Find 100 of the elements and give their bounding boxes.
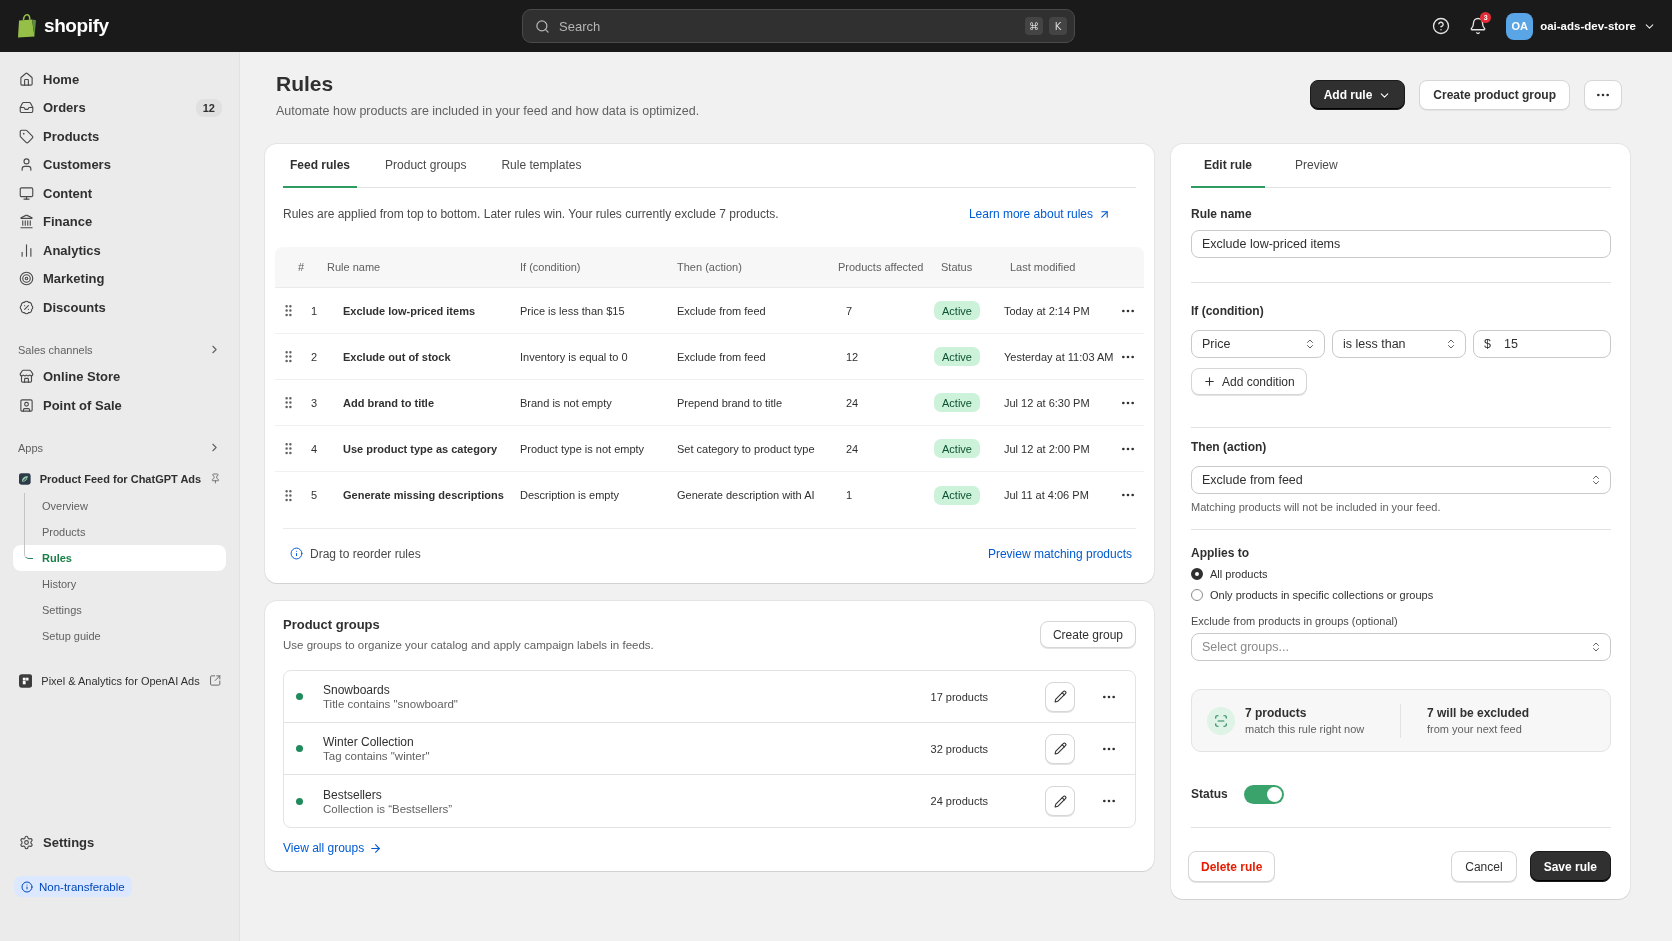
radio-option[interactable]: Only products in specific collections or groups <box>1191 588 1611 602</box>
account-menu[interactable]: OA oai-ads-dev-store <box>1506 12 1656 40</box>
search-field[interactable]: Search ⌘ K <box>522 9 1075 43</box>
subnav-item[interactable]: Products <box>13 518 226 545</box>
nav-item[interactable]: Marketing <box>13 264 226 293</box>
create-group-button[interactable]: Create product group <box>1419 80 1570 110</box>
condition-text: Description is empty <box>520 489 621 501</box>
view-all-link[interactable]: View all groups <box>283 841 383 855</box>
subnav-item[interactable]: Setup guide <box>13 622 226 649</box>
nav-item[interactable]: Finance <box>13 207 226 236</box>
group-name: Winter Collection <box>323 735 414 749</box>
nav-item[interactable]: Discounts <box>13 293 226 322</box>
group-rule: Tag contains "winter" <box>323 750 430 762</box>
status-badge: Active <box>934 347 980 366</box>
column-header: Rule name <box>327 261 382 273</box>
radio-icon[interactable] <box>1191 568 1203 580</box>
select-arrows-icon <box>1445 338 1457 350</box>
preview-link[interactable]: Preview matching products <box>987 546 1132 561</box>
status-badge: Active <box>934 301 980 320</box>
bell-icon[interactable] <box>1469 17 1488 35</box>
tab[interactable]: Feed rules <box>283 144 358 188</box>
pencil-icon <box>1053 794 1067 808</box>
section-heading: Sales channels <box>18 343 93 356</box>
modified-time: Jul 12 at 2:00 PM <box>1004 442 1091 455</box>
group-rule: Title contains "snowboard" <box>323 698 458 710</box>
status-toggle[interactable] <box>1243 784 1284 804</box>
status-badge: Active <box>934 485 980 505</box>
nav-item[interactable]: Content <box>13 179 226 208</box>
help-icon[interactable] <box>1432 17 1451 35</box>
column-header: Then (action) <box>677 261 743 273</box>
operator-select[interactable]: is less than <box>1332 330 1466 358</box>
affected-count: 7 <box>845 304 854 317</box>
nav-item[interactable]: Orders 12 <box>13 93 226 122</box>
save-button[interactable]: Save rule <box>1529 851 1611 882</box>
rule-name-input[interactable]: Exclude low-priced items <box>1191 230 1611 258</box>
column-header: Last modified <box>1009 261 1077 273</box>
storefront-icon <box>19 369 34 385</box>
add-condition-button[interactable]: Add condition <box>1191 368 1307 395</box>
learn-more-link[interactable]: Learn more about rules <box>968 207 1111 221</box>
tab[interactable]: Preview <box>1282 144 1351 188</box>
field-label: Status <box>1191 787 1228 801</box>
nav-item[interactable]: Analytics <box>13 236 226 265</box>
app-item[interactable]: Product Feed for ChatGPT Ads <box>13 464 226 493</box>
help-text: Matching products will not be included in your feed. <box>1191 500 1442 514</box>
action-text: Set category to product type <box>677 442 816 455</box>
shopping-bag-icon <box>17 14 37 38</box>
field-label: Then (action) <box>1191 440 1268 454</box>
condition-text: Product type is not empty <box>520 442 646 455</box>
group-name: Bestsellers <box>323 787 382 802</box>
app-item[interactable]: Pixel & Analytics for OpenAI Ads <box>13 666 226 695</box>
cancel-button[interactable]: Cancel <box>1451 851 1517 882</box>
tab[interactable]: Edit rule <box>1191 144 1265 188</box>
status-dot-icon <box>296 797 303 805</box>
nav-item[interactable]: Products <box>13 122 226 151</box>
nav-item[interactable]: Home <box>13 65 226 94</box>
condition-text: Inventory is equal to 0 <box>520 350 629 363</box>
field-label: If (condition) <box>1191 304 1265 318</box>
select-arrows-icon <box>1590 474 1602 486</box>
count-badge: 12 <box>195 98 222 117</box>
field-select[interactable]: Price <box>1191 330 1325 358</box>
action-text: Generate description with AI <box>677 489 816 501</box>
nav-item[interactable]: Point of Sale <box>13 391 226 420</box>
affected-count: 24 <box>845 396 860 409</box>
affected-count: 24 <box>845 442 860 455</box>
scan-icon <box>1207 706 1235 735</box>
delete-button[interactable]: Delete rule <box>1188 851 1276 882</box>
tab[interactable]: Product groups <box>378 144 474 188</box>
action-select[interactable]: Exclude from feed <box>1191 466 1611 494</box>
summary-value: 7 products <box>1245 706 1307 720</box>
subnav-item[interactable]: History <box>13 570 226 597</box>
leaf-tile-icon <box>19 471 31 486</box>
nav-item[interactable]: Settings <box>13 828 226 857</box>
radio-icon[interactable] <box>1191 589 1203 601</box>
row-number: 2 <box>309 350 319 363</box>
edit-button[interactable] <box>1045 681 1075 712</box>
add-rule-button[interactable]: Add rule <box>1309 80 1406 110</box>
nav-item[interactable]: Customers <box>13 150 226 179</box>
subnav-item[interactable]: Settings <box>13 596 226 623</box>
subnav-item[interactable]: Overview <box>13 492 226 519</box>
nav-item[interactable]: Online Store <box>13 362 226 391</box>
edit-button[interactable] <box>1045 786 1075 816</box>
grid-tile-icon <box>19 673 33 688</box>
row-number: 4 <box>309 442 319 455</box>
external-link-icon[interactable] <box>208 674 221 687</box>
edit-button[interactable] <box>1045 733 1075 764</box>
condition-text: Price is less than $15 <box>520 304 626 317</box>
pin-icon[interactable] <box>210 472 221 485</box>
tab[interactable]: Rule templates <box>494 144 589 188</box>
subnav-item[interactable]: Rules <box>13 544 226 571</box>
hint-text: Drag to reorder rules <box>310 546 421 561</box>
rule-name: Exclude low-priced items <box>342 304 477 317</box>
row-number: 3 <box>309 396 319 409</box>
pencil-icon <box>1053 742 1067 755</box>
radio-option[interactable]: All products <box>1191 567 1611 581</box>
groups-select[interactable]: Select groups... <box>1191 633 1611 661</box>
home-icon <box>19 71 34 87</box>
action-text: Prepend brand to title <box>677 396 784 409</box>
status-dot-icon <box>296 693 303 700</box>
amount-input[interactable]: $ 15 <box>1473 330 1611 358</box>
create-group-button[interactable]: Create group <box>1039 621 1136 648</box>
